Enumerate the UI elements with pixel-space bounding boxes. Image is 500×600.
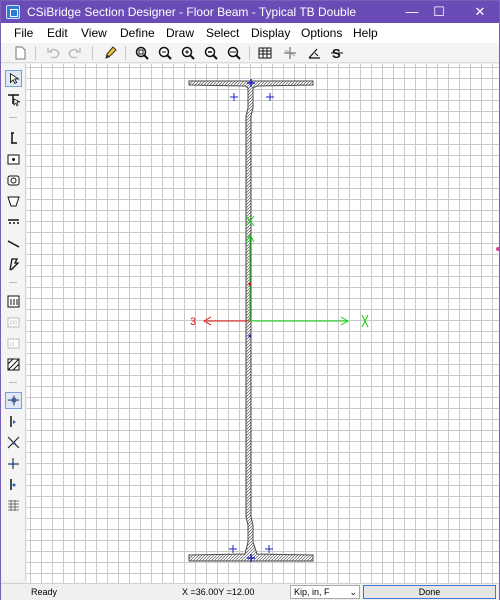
tool-separator <box>9 282 17 283</box>
menu-view[interactable]: View <box>81 26 107 40</box>
toolbar: S <box>1 43 499 63</box>
zoom-in-icon[interactable] <box>180 45 196 61</box>
axis-2-horizontal-marker <box>361 314 369 328</box>
app-window: CSiBridge Section Designer - Floor Beam … <box>0 0 500 600</box>
snap-intersection-icon[interactable] <box>5 392 22 409</box>
toolbar-separator <box>125 46 126 60</box>
left-toolbar: P0 cl <box>1 64 26 581</box>
menu-help[interactable]: Help <box>353 26 378 40</box>
menu-edit[interactable]: Edit <box>47 26 68 40</box>
menu-file[interactable]: File <box>14 26 33 40</box>
table-icon[interactable] <box>5 293 22 310</box>
new-icon[interactable] <box>12 45 28 61</box>
menu-draw[interactable]: Draw <box>166 26 194 40</box>
draw-line-icon[interactable] <box>5 235 22 252</box>
status-bar: Ready X =36.00Y =12.00 Kip, in, F ⌄ Done <box>1 583 499 600</box>
draw-rectangle-icon[interactable] <box>5 151 22 168</box>
menu-bar: File Edit View Define Draw Select Displa… <box>1 23 499 43</box>
draw-polygon-icon[interactable] <box>5 193 22 210</box>
pencil-icon[interactable] <box>102 45 118 61</box>
svg-text:cl: cl <box>10 342 14 348</box>
status-ready: Ready <box>31 587 58 597</box>
draw-circle-icon[interactable] <box>5 172 22 189</box>
app-icon <box>6 5 20 19</box>
local-axes: 3 <box>190 215 369 338</box>
pointer-icon[interactable] <box>5 70 22 87</box>
snap-perpendicular-icon[interactable] <box>5 434 22 451</box>
caliper-icon[interactable]: cl <box>5 335 22 352</box>
axes-icon[interactable] <box>282 45 298 61</box>
draw-rebar-line-icon[interactable] <box>5 214 22 231</box>
point-label-icon[interactable]: P0 <box>5 314 22 331</box>
snap-icon[interactable] <box>306 45 322 61</box>
draw-i-section-icon[interactable] <box>5 130 22 147</box>
section-drawing: 3 <box>188 79 369 562</box>
zoom-out-icon[interactable] <box>203 45 219 61</box>
zoom-fit-icon[interactable] <box>226 45 242 61</box>
zoom-restore-icon[interactable] <box>157 45 173 61</box>
origin-marker <box>248 334 252 338</box>
snap-midpoint-icon[interactable] <box>5 455 22 472</box>
svg-text:P0: P0 <box>10 321 18 327</box>
close-button[interactable]: ✕ <box>463 1 497 23</box>
reshape-icon[interactable] <box>5 91 22 108</box>
done-button[interactable]: Done <box>363 585 496 599</box>
point-marker[interactable] <box>266 93 274 101</box>
window-title: CSiBridge Section Designer - Floor Beam … <box>27 5 357 19</box>
toolbar-separator <box>249 46 250 60</box>
scroll-edge-marker <box>496 247 499 251</box>
cursor-coordinates: X =36.00Y =12.00 <box>182 587 255 597</box>
section-properties-icon[interactable]: S <box>329 45 345 61</box>
centroid-marker <box>248 282 252 286</box>
snap-point-icon[interactable] <box>5 413 22 430</box>
menu-define[interactable]: Define <box>120 26 155 40</box>
mesh-icon[interactable] <box>5 356 22 373</box>
redo-icon[interactable] <box>67 45 83 61</box>
toolbar-separator <box>35 46 36 60</box>
point-marker[interactable] <box>230 93 238 101</box>
snap-grid-icon[interactable] <box>5 497 22 514</box>
point-marker[interactable] <box>265 545 273 553</box>
menu-options[interactable]: Options <box>301 26 342 40</box>
chevron-down-icon: ⌄ <box>349 587 357 597</box>
draw-tendon-icon[interactable] <box>5 256 22 273</box>
tool-separator <box>9 382 17 383</box>
grid-icon[interactable] <box>257 45 273 61</box>
menu-display[interactable]: Display <box>251 26 290 40</box>
zoom-window-icon[interactable] <box>134 45 150 61</box>
snap-end-icon[interactable] <box>5 476 22 493</box>
undo-icon[interactable] <box>45 45 61 61</box>
units-value: Kip, in, F <box>294 587 330 597</box>
units-dropdown[interactable]: Kip, in, F ⌄ <box>290 585 360 599</box>
title-bar: CSiBridge Section Designer - Floor Beam … <box>1 1 499 23</box>
menu-select[interactable]: Select <box>206 26 239 40</box>
toolbar-separator <box>92 46 93 60</box>
maximize-button[interactable]: ☐ <box>422 1 456 23</box>
axis-3-label: 3 <box>190 316 196 328</box>
tool-separator <box>9 117 17 118</box>
drawing-canvas[interactable]: 3 <box>27 64 499 583</box>
point-marker[interactable] <box>229 545 237 553</box>
